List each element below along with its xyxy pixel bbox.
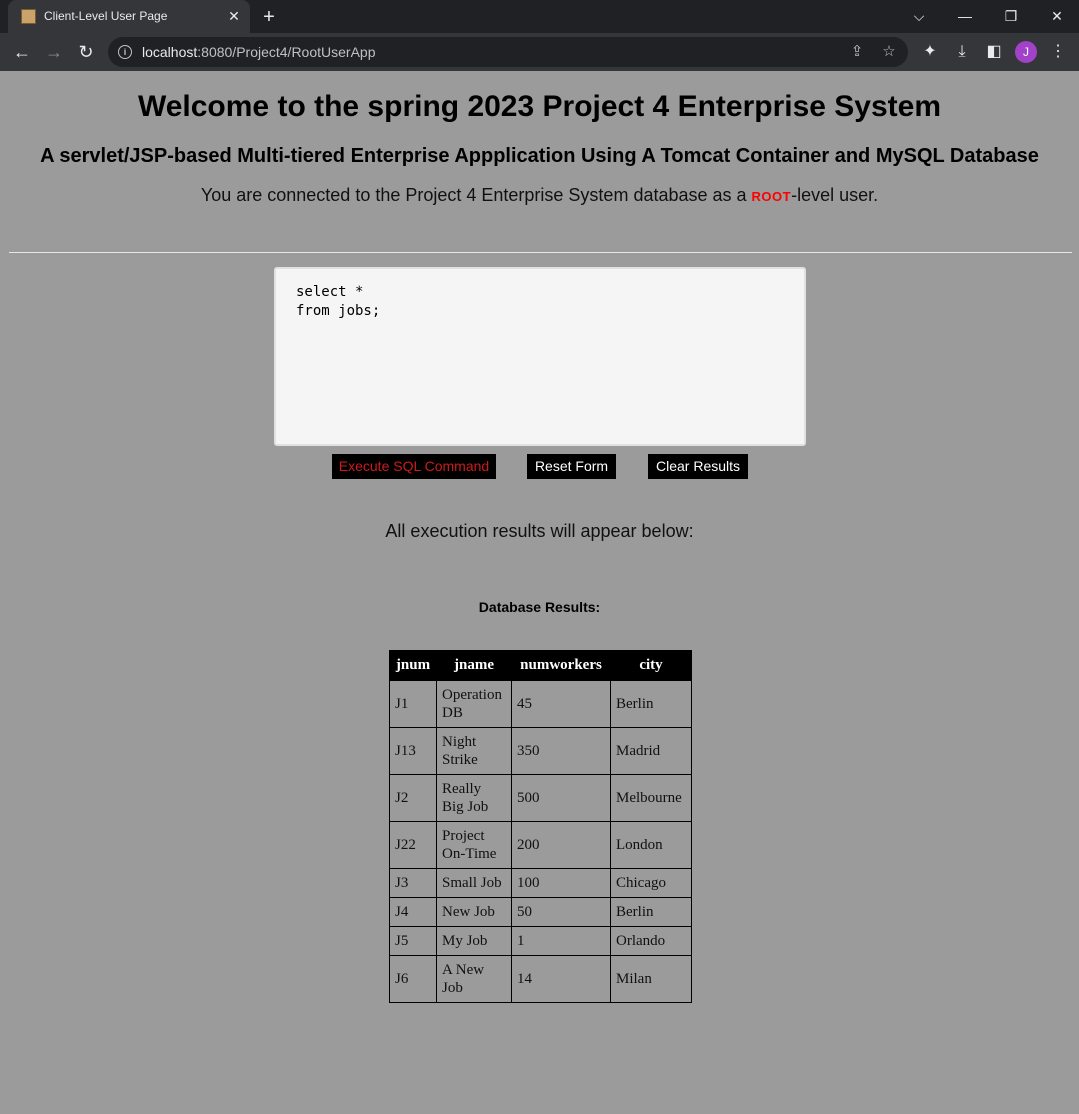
table-cell: Madrid (610, 727, 692, 775)
table-header-row: jnum jname numworkers city (389, 650, 692, 681)
table-cell: 200 (511, 821, 611, 869)
table-row: J1 Operation DB 45 Berlin (389, 680, 692, 728)
table-cell: J1 (389, 680, 437, 728)
clear-results-button[interactable]: Clear Results (648, 454, 748, 479)
table-cell: Small Job (436, 868, 512, 898)
restore-icon[interactable]: ❐ (999, 4, 1023, 28)
table-row: J2 Really Big Job 500 Melbourne (389, 774, 692, 822)
extensions-puzzle-icon[interactable]: ✦ (919, 41, 941, 63)
page-title: Welcome to the spring 2023 Project 4 Ent… (137, 90, 942, 123)
table-cell: Berlin (610, 897, 692, 927)
table-cell: Really Big Job (436, 774, 512, 822)
table-cell: A New Job (436, 955, 512, 1003)
tab-title: Client-Level User Page (44, 9, 168, 23)
table-cell: J5 (389, 926, 437, 956)
table-row: J6 A New Job 14 Milan (389, 955, 692, 1003)
table-cell: 1 (511, 926, 611, 956)
table-cell: 50 (511, 897, 611, 927)
table-row: J4 New Job 50 Berlin (389, 897, 692, 927)
table-cell: Berlin (610, 680, 692, 728)
table-cell: Milan (610, 955, 692, 1003)
column-header: numworkers (511, 650, 611, 681)
table-cell: J6 (389, 955, 437, 1003)
url-host: localhost (142, 44, 198, 60)
table-cell: Project On-Time (436, 821, 512, 869)
column-header: jname (436, 650, 512, 681)
page-content: Welcome to the spring 2023 Project 4 Ent… (0, 71, 1079, 1114)
side-panel-icon[interactable]: ◧ (983, 41, 1005, 63)
reset-form-button[interactable]: Reset Form (527, 454, 616, 479)
kebab-menu-icon[interactable]: ⋮ (1047, 41, 1069, 63)
table-cell: Night Strike (436, 727, 512, 775)
table-cell: Melbourne (610, 774, 692, 822)
connection-suffix: -level user. (791, 185, 879, 205)
connection-status: You are connected to the Project 4 Enter… (0, 185, 1079, 206)
table-cell: London (610, 821, 692, 869)
results-table: jnum jname numworkers city J1 Operation … (389, 650, 692, 1003)
browser-toolbar: ← → ↻ i localhost:8080/Project4/RootUser… (0, 33, 1079, 71)
results-note: All execution results will appear below: (385, 521, 694, 541)
table-cell: My Job (436, 926, 512, 956)
profile-avatar[interactable]: J (1015, 41, 1037, 63)
table-cell: 100 (511, 868, 611, 898)
browser-tab-bar: Client-Level User Page ✕ + ⌵ — ❐ ✕ (0, 0, 1079, 33)
share-icon[interactable]: ⇪ (848, 43, 866, 61)
table-row: J13 Night Strike 350 Madrid (389, 727, 692, 775)
download-icon[interactable]: ⤓ (951, 41, 973, 63)
back-arrow-icon[interactable]: ← (10, 40, 34, 64)
table-cell: J13 (389, 727, 437, 775)
table-cell: J4 (389, 897, 437, 927)
user-role: root (751, 185, 792, 205)
tomcat-favicon-icon (21, 9, 36, 24)
table-cell: J22 (389, 821, 437, 869)
new-tab-icon[interactable]: + (258, 6, 280, 28)
url-text: localhost:8080/Project4/RootUserApp (142, 44, 375, 60)
table-row: J5 My Job 1 Orlando (389, 926, 692, 956)
table-cell: J2 (389, 774, 437, 822)
connection-prefix: You are connected to the Project 4 Enter… (200, 185, 752, 205)
address-bar[interactable]: i localhost:8080/Project4/RootUserApp ⇪ … (108, 37, 908, 67)
table-cell: 500 (511, 774, 611, 822)
divider (9, 252, 1072, 253)
table-cell: J3 (389, 868, 437, 898)
table-cell: 350 (511, 727, 611, 775)
minimize-icon[interactable]: — (953, 4, 977, 28)
table-cell: 14 (511, 955, 611, 1003)
browser-tab[interactable]: Client-Level User Page ✕ (8, 0, 250, 33)
forward-arrow-icon[interactable]: → (42, 40, 66, 64)
table-cell: Operation DB (436, 680, 512, 728)
table-cell: Chicago (610, 868, 692, 898)
close-tab-icon[interactable]: ✕ (224, 6, 244, 26)
table-cell: Orlando (610, 926, 692, 956)
table-cell: 45 (511, 680, 611, 728)
reload-icon[interactable]: ↻ (74, 40, 98, 64)
page-subtitle: A servlet/JSP-based Multi-tiered Enterpr… (40, 145, 1039, 167)
window-close-icon[interactable]: ✕ (1045, 4, 1069, 28)
execute-sql-button[interactable]: Execute SQL Command (332, 454, 496, 479)
tab-search-chevron-icon[interactable]: ⌵ (907, 4, 931, 28)
sql-command-textarea[interactable]: select * from jobs; (274, 267, 806, 446)
url-path: :8080/Project4/RootUserApp (197, 44, 376, 60)
database-results-label: Database Results: (478, 599, 601, 615)
site-info-icon[interactable]: i (118, 45, 132, 59)
column-header: city (610, 650, 692, 681)
table-cell: New Job (436, 897, 512, 927)
column-header: jnum (389, 650, 437, 681)
table-row: J3 Small Job 100 Chicago (389, 868, 692, 898)
table-row: J22 Project On-Time 200 London (389, 821, 692, 869)
bookmark-star-icon[interactable]: ☆ (880, 43, 898, 61)
